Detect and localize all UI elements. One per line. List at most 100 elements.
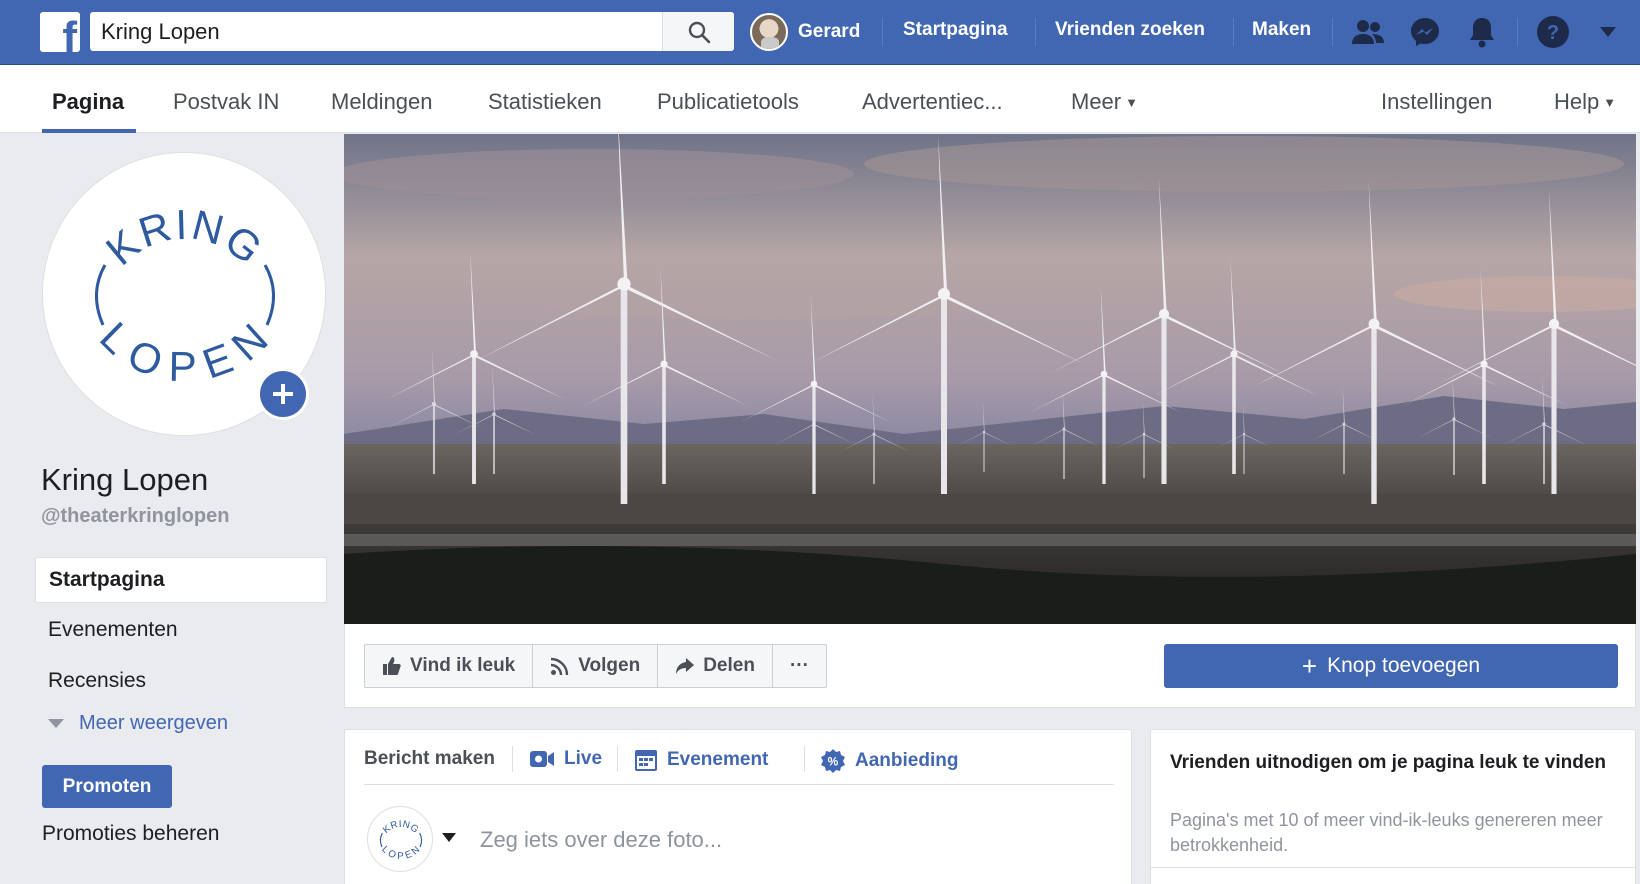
show-more-link[interactable]: Meer weergeven <box>48 712 228 735</box>
tab-help-label: Help <box>1554 89 1600 114</box>
create-link[interactable]: Maken <box>1252 19 1311 41</box>
logo-text-top: KRING <box>381 819 420 836</box>
invite-subtitle: Pagina's met 10 of meer vind-ik-leuks ge… <box>1170 810 1603 855</box>
live-video-icon <box>530 751 554 767</box>
divider <box>512 746 513 772</box>
find-friends-link[interactable]: Vrienden zoeken <box>1055 19 1205 41</box>
logo-text-top: KRING <box>97 201 270 275</box>
more-options-button[interactable]: ··· <box>773 645 826 687</box>
add-button-cta[interactable]: + Knop toevoegen <box>1164 644 1618 688</box>
tab-page[interactable]: Pagina <box>52 89 124 115</box>
follow-label: Volgen <box>578 655 641 676</box>
svg-text:KRING: KRING <box>381 819 421 836</box>
top-navigation-bar: f Gerard Startpagina Vrienden zoeken Mak… <box>0 0 1640 65</box>
promote-button[interactable]: Promoten <box>42 765 172 808</box>
like-button[interactable]: Vind ik leuk <box>365 645 534 687</box>
messenger-icon[interactable] <box>1407 14 1443 50</box>
search-box <box>90 12 734 51</box>
page-tabs: Pagina Postvak IN Meldingen Statistieken… <box>0 65 1640 133</box>
manage-promotions-link[interactable]: Promoties beheren <box>42 822 219 846</box>
divider <box>1151 867 1637 868</box>
post-as-chevron-down-icon[interactable] <box>442 833 456 842</box>
update-photo-button[interactable] <box>257 368 309 420</box>
follow-button[interactable]: Volgen <box>533 645 659 687</box>
calendar-icon <box>635 750 657 771</box>
facebook-logo-icon[interactable]: f <box>40 12 80 52</box>
active-tab-indicator <box>42 129 136 133</box>
sidebar-item-home[interactable]: Startpagina <box>35 557 327 603</box>
plus-icon: + <box>1301 651 1318 681</box>
share-arrow-icon <box>676 658 695 674</box>
divider <box>1035 18 1036 46</box>
cover-photo[interactable] <box>344 134 1636 624</box>
show-more-label: Meer weergeven <box>79 712 228 734</box>
sidebar-item-reviews[interactable]: Recensies <box>35 658 327 704</box>
svg-text:LOPEN: LOPEN <box>379 844 423 862</box>
friend-requests-icon[interactable] <box>1350 14 1386 50</box>
tab-ad-center[interactable]: Advertentiec... <box>862 89 1003 115</box>
tab-settings[interactable]: Instellingen <box>1381 89 1492 115</box>
page-actions-group: Vind ik leuk Volgen Delen ··· <box>364 644 827 688</box>
rss-feed-icon <box>551 657 569 676</box>
search-button[interactable] <box>662 12 734 51</box>
tab-help[interactable]: Help ▼ <box>1554 89 1616 115</box>
tab-more[interactable]: Meer ▼ <box>1071 89 1138 115</box>
post-text-input[interactable] <box>480 824 1100 856</box>
tab-live[interactable]: Live <box>529 748 602 770</box>
invite-friends-card: Vrienden uitnodigen om je pagina leuk te… <box>1150 729 1637 884</box>
like-label: Vind ik leuk <box>410 655 516 676</box>
divider <box>1233 18 1234 46</box>
page-actions-bar: Vind ik leuk Volgen Delen ··· + Knop toe… <box>344 624 1636 708</box>
divider <box>1332 18 1333 46</box>
tab-create-post[interactable]: Bericht maken <box>364 748 495 770</box>
caret-down-icon: ▼ <box>1603 95 1617 110</box>
more-dots-icon: ··· <box>789 655 809 676</box>
divider <box>804 746 805 772</box>
account-menu-chevron-down-icon[interactable] <box>1590 14 1626 50</box>
plus-icon <box>260 371 306 417</box>
tab-more-label: Meer <box>1071 89 1122 114</box>
composer-tabs: Bericht maken Live Evenement % Aanbiedin… <box>364 730 1114 785</box>
thumbs-up-icon <box>383 657 401 675</box>
divider <box>882 18 883 46</box>
tab-insights[interactable]: Statistieken <box>488 89 602 115</box>
share-button[interactable]: Delen <box>658 645 773 687</box>
discount-badge-icon: % <box>821 749 845 773</box>
logo-text-bottom: LOPEN <box>379 844 422 862</box>
logo-text-bottom: LOPEN <box>91 313 276 390</box>
triangle-down-icon <box>48 719 64 728</box>
sidebar-item-events[interactable]: Evenementen <box>35 607 327 653</box>
tab-live-label: Live <box>564 748 603 769</box>
search-input[interactable] <box>90 12 660 51</box>
tab-offer-label: Aanbieding <box>855 750 959 771</box>
add-button-label: Knop toevoegen <box>1327 654 1481 677</box>
notifications-bell-icon[interactable] <box>1464 14 1500 50</box>
avatar <box>750 13 788 51</box>
profile-link[interactable]: Gerard <box>750 12 860 52</box>
caret-down-icon: ▼ <box>1125 95 1138 110</box>
wind-turbines-image <box>344 134 1636 624</box>
invite-title: Vrienden uitnodigen om je pagina leuk te… <box>1170 752 1607 773</box>
divider <box>617 746 618 772</box>
svg-text:KRING: KRING <box>97 201 272 275</box>
search-icon <box>688 21 710 43</box>
divider <box>1517 18 1518 46</box>
help-icon[interactable]: ? <box>1535 14 1571 50</box>
page-username[interactable]: @theaterkringlopen <box>41 505 229 528</box>
tab-publishing-tools[interactable]: Publicatietools <box>657 89 799 115</box>
tab-event[interactable]: Evenement <box>634 748 768 772</box>
tab-offer[interactable]: % Aanbieding <box>820 748 958 774</box>
user-name: Gerard <box>798 21 861 42</box>
share-label: Delen <box>703 655 755 676</box>
post-composer: Bericht maken Live Evenement % Aanbiedin… <box>344 729 1132 884</box>
page-title: Kring Lopen <box>41 462 209 497</box>
svg-text:?: ? <box>1547 22 1559 44</box>
tab-inbox[interactable]: Postvak IN <box>173 89 279 115</box>
tab-notifications[interactable]: Meldingen <box>331 89 433 115</box>
svg-text:LOPEN: LOPEN <box>91 313 278 390</box>
tab-event-label: Evenement <box>667 749 769 770</box>
kring-lopen-logo-small: KRING LOPEN <box>379 819 423 863</box>
home-link[interactable]: Startpagina <box>903 19 1008 41</box>
page-avatar[interactable]: KRING LOPEN <box>367 806 433 872</box>
svg-text:%: % <box>828 755 839 769</box>
